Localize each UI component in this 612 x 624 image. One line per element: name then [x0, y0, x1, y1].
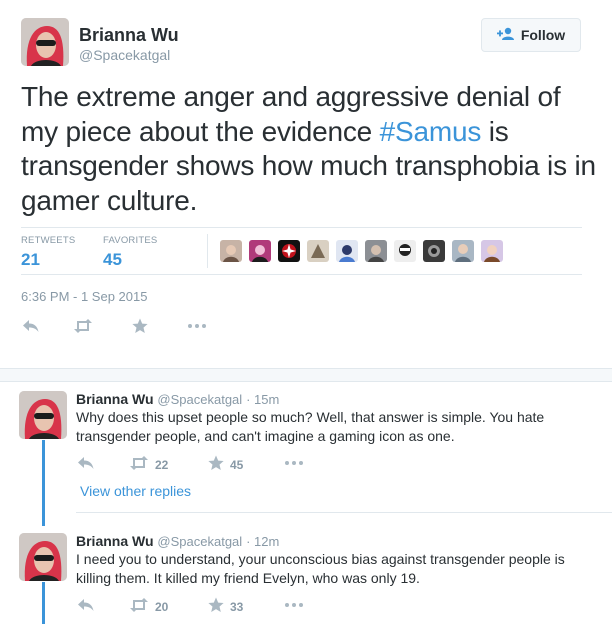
- favoriter-avatar[interactable]: [481, 240, 503, 262]
- tweet-stats: RETWEETS 21 FAVORITES 45: [21, 227, 582, 275]
- view-other-replies-link[interactable]: View other replies: [80, 483, 191, 499]
- reply-icon: [77, 456, 95, 474]
- reply-icon: [22, 319, 40, 337]
- favorite-button[interactable]: 33: [208, 597, 243, 617]
- author-name[interactable]: Brianna Wu: [79, 25, 179, 46]
- reply-author-handle[interactable]: @Spacekatgal: [157, 534, 242, 549]
- favoriter-avatar[interactable]: [249, 240, 271, 262]
- retweets-label: RETWEETS: [21, 235, 76, 246]
- retweet-icon: [129, 598, 149, 616]
- retweet-icon: [73, 319, 93, 337]
- favorite-button[interactable]: [132, 318, 148, 338]
- more-button[interactable]: [284, 456, 304, 474]
- follow-label: Follow: [520, 27, 566, 43]
- retweet-button[interactable]: [73, 319, 93, 337]
- thread-connector: [42, 440, 45, 526]
- reply-button[interactable]: [22, 319, 40, 337]
- reply-author-handle[interactable]: @Spacekatgal: [157, 392, 242, 407]
- follow-button[interactable]: Follow: [481, 18, 581, 52]
- star-icon: [132, 318, 148, 338]
- author-avatar[interactable]: [21, 18, 69, 66]
- retweet-button[interactable]: 20: [129, 598, 168, 616]
- more-button[interactable]: [284, 598, 304, 616]
- reply-avatar[interactable]: [19, 391, 67, 439]
- tweet-timestamp[interactable]: 6:36 PM - 1 Sep 2015: [21, 289, 147, 304]
- more-icon: [187, 319, 207, 337]
- more-icon: [284, 456, 304, 474]
- favoriter-avatar[interactable]: [336, 240, 358, 262]
- reply-time[interactable]: · 12m: [246, 534, 279, 549]
- reply-author-name[interactable]: Brianna Wu: [76, 391, 154, 407]
- section-divider: [0, 368, 612, 382]
- favoriter-avatar[interactable]: [423, 240, 445, 262]
- favoriter-avatar[interactable]: [278, 240, 300, 262]
- thread-connector: [42, 582, 45, 624]
- favorite-count: 45: [230, 458, 244, 472]
- favorite-count: 33: [230, 600, 244, 614]
- reply-header: Brianna Wu @Spacekatgal · 12m: [76, 533, 279, 549]
- reply-text: Why does this upset people so much? Well…: [76, 409, 545, 444]
- reply-button[interactable]: [77, 456, 95, 474]
- reply-icon: [77, 598, 95, 616]
- favorites-label: FAVORITES: [103, 235, 158, 246]
- hashtag-link[interactable]: #Samus: [380, 116, 482, 147]
- tweet-text: The extreme anger and aggressive denial …: [21, 80, 596, 218]
- more-button[interactable]: [187, 319, 207, 337]
- reply-time[interactable]: · 15m: [246, 392, 279, 407]
- reply-button[interactable]: [77, 598, 95, 616]
- more-icon: [284, 598, 304, 616]
- stats-divider: [207, 234, 208, 268]
- favoriter-avatars: [220, 240, 503, 262]
- reply-header: Brianna Wu @Spacekatgal · 15m: [76, 391, 279, 407]
- reply-text: I need you to understand, your unconscio…: [76, 551, 565, 586]
- star-icon: [208, 597, 224, 617]
- retweet-button[interactable]: 22: [129, 456, 168, 474]
- reply-author-name[interactable]: Brianna Wu: [76, 533, 154, 549]
- favoriter-avatar[interactable]: [220, 240, 242, 262]
- author-handle[interactable]: @Spacekatgal: [79, 47, 170, 63]
- favoriter-avatar[interactable]: [452, 240, 474, 262]
- retweet-count: 22: [155, 458, 169, 472]
- reply-divider: [76, 512, 612, 513]
- retweet-icon: [129, 456, 149, 474]
- favorite-button[interactable]: 45: [208, 455, 243, 475]
- add-user-icon: [496, 27, 515, 44]
- retweets-stat[interactable]: RETWEETS 21: [21, 235, 75, 270]
- favoriter-avatar[interactable]: [394, 240, 416, 262]
- star-icon: [208, 455, 224, 475]
- favoriter-avatar[interactable]: [307, 240, 329, 262]
- reply-avatar[interactable]: [19, 533, 67, 581]
- favorites-stat[interactable]: FAVORITES 45: [103, 235, 157, 270]
- retweet-count: 20: [155, 600, 169, 614]
- favoriter-avatar[interactable]: [365, 240, 387, 262]
- retweets-count: 21: [21, 250, 40, 269]
- favorites-count: 45: [103, 250, 122, 269]
